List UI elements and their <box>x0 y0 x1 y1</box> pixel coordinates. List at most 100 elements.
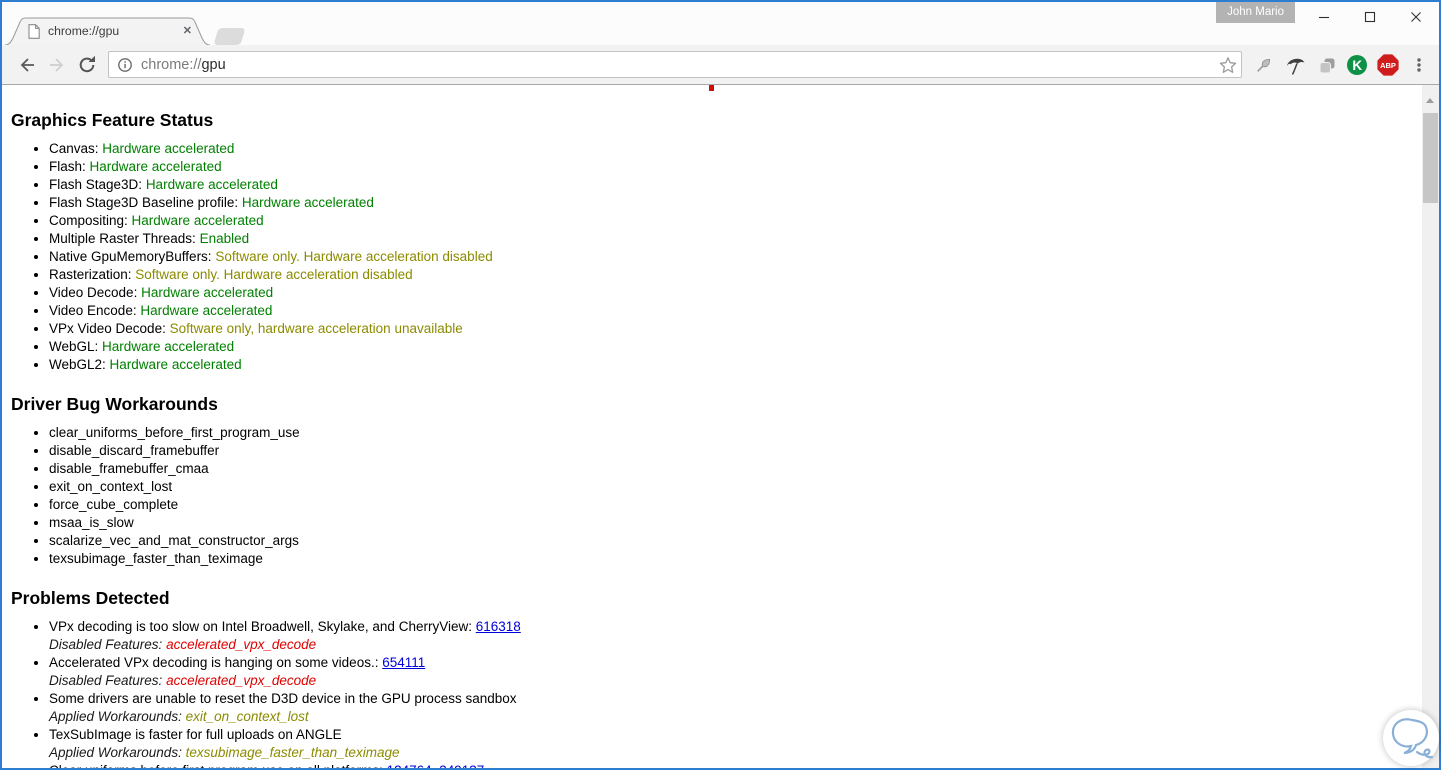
tab-close-icon[interactable]: ✕ <box>181 24 194 38</box>
gpu-page-content: Graphics Feature Status Canvas: Hardware… <box>2 85 1422 768</box>
tab-chrome-gpu[interactable]: chrome://gpu ✕ <box>28 22 194 40</box>
feature-label: Flash Stage3D Baseline profile: <box>49 195 242 210</box>
feature-status-item: Video Encode: Hardware accelerated <box>49 302 1422 320</box>
feature-label: Canvas: <box>49 141 103 156</box>
feature-status-value: Hardware accelerated <box>140 303 273 318</box>
reload-button[interactable] <box>72 50 102 80</box>
workaround-item: scalarize_vec_and_mat_constructor_args <box>49 532 1422 550</box>
feature-status-value: Hardware accelerated <box>131 213 264 228</box>
feature-label: Flash Stage3D: <box>49 177 146 192</box>
feature-status-value: Software only. Hardware acceleration dis… <box>135 267 413 282</box>
feature-label: WebGL2: <box>49 357 110 372</box>
maximize-icon <box>1364 11 1376 23</box>
address-bar[interactable]: chrome://gpu <box>108 51 1242 78</box>
forward-arrow-icon <box>50 57 64 72</box>
problem-sub-label: Disabled Features: <box>49 637 167 652</box>
red-marker <box>709 85 714 91</box>
close-window-button[interactable] <box>1393 2 1439 32</box>
vertical-dots-menu-icon <box>1416 57 1421 72</box>
feature-status-item: Native GpuMemoryBuffers: Software only. … <box>49 248 1422 266</box>
extension-k-antivirus-button[interactable]: K <box>1341 50 1372 80</box>
workaround-item: exit_on_context_lost <box>49 478 1422 496</box>
svg-text:K: K <box>1352 57 1362 72</box>
minimize-button[interactable] <box>1301 2 1347 32</box>
feature-status-item: Flash Stage3D: Hardware accelerated <box>49 176 1422 194</box>
feature-status-value: Software only. Hardware acceleration dis… <box>215 249 493 264</box>
problem-text: TexSubImage is faster for full uploads o… <box>49 727 342 742</box>
problem-text: VPx decoding is too slow on Intel Broadw… <box>49 619 476 634</box>
problem-item: Accelerated VPx decoding is hanging on s… <box>49 654 1422 690</box>
vertical-scrollbar[interactable] <box>1422 85 1439 768</box>
workaround-item: force_cube_complete <box>49 496 1422 514</box>
feature-status-item: Flash Stage3D Baseline profile: Hardware… <box>49 194 1422 212</box>
svg-text:ABP: ABP <box>1380 60 1396 69</box>
workaround-item: texsubimage_faster_than_teximage <box>49 550 1422 568</box>
forward-button[interactable] <box>42 50 72 80</box>
spade-extension-icon <box>1256 58 1270 72</box>
feature-status-value: Hardware accelerated <box>102 141 235 156</box>
feature-status-item: Video Decode: Hardware accelerated <box>49 284 1422 302</box>
bookmark-star-icon[interactable] <box>1219 56 1237 74</box>
section-title-graphics-feature-status: Graphics Feature Status <box>11 110 214 130</box>
extension-umbrella-button[interactable] <box>1279 50 1310 80</box>
bug-link[interactable]: 654111 <box>382 655 425 670</box>
problem-sub-label: Disabled Features: <box>49 673 167 688</box>
problem-sub-value: exit_on_context_lost <box>185 709 309 724</box>
back-button[interactable] <box>12 50 42 80</box>
feature-label: VPx Video Decode: <box>49 321 170 336</box>
browser-toolbar: chrome://gpu K ABP <box>2 45 1439 85</box>
new-tab-button[interactable] <box>213 28 246 45</box>
feature-status-value: Hardware accelerated <box>141 285 274 300</box>
bug-link[interactable]: 349137 <box>439 763 484 768</box>
workaround-item: clear_uniforms_before_first_program_use <box>49 424 1422 442</box>
problem-item: Clear uniforms before first program use … <box>49 762 1422 768</box>
extension-adblock-plus-button[interactable]: ABP <box>1372 50 1403 80</box>
feature-status-item: VPx Video Decode: Software only, hardwar… <box>49 320 1422 338</box>
problem-sub-value: accelerated_vpx_decode <box>166 673 317 688</box>
k-antivirus-extension-icon: K <box>1346 54 1367 75</box>
assistant-bubble-button[interactable] <box>1383 710 1439 766</box>
bug-link[interactable]: 616318 <box>476 619 521 634</box>
feature-status-item: Multiple Raster Threads: Enabled <box>49 230 1422 248</box>
feature-label: Compositing: <box>49 213 132 228</box>
section-title-driver-bug-workarounds: Driver Bug Workarounds <box>11 394 218 414</box>
page-info-icon[interactable] <box>117 57 133 73</box>
scroll-up-arrow-icon[interactable] <box>1426 98 1434 103</box>
title-bar: chrome://gpu ✕ John Mario <box>2 2 1439 45</box>
feature-status-value: Hardware accelerated <box>89 159 222 174</box>
problem-item: Some drivers are unable to reset the D3D… <box>49 690 1422 726</box>
feature-status-value: Hardware accelerated <box>145 177 278 192</box>
feature-status-value: Enabled <box>199 231 250 246</box>
scrollbar-thumb[interactable] <box>1423 113 1438 203</box>
chrome-window: { "window": { "profile_name": "John Mari… <box>0 0 1441 770</box>
stacked-squares-extension-icon <box>1319 58 1334 73</box>
workaround-list: clear_uniforms_before_first_program_used… <box>9 424 1422 568</box>
feature-status-item: Compositing: Hardware accelerated <box>49 212 1422 230</box>
section-title-problems-detected: Problems Detected <box>11 588 170 608</box>
maximize-button[interactable] <box>1347 2 1393 32</box>
url-scheme: chrome:// <box>141 56 202 73</box>
feature-label: Flash: <box>49 159 90 174</box>
problem-sub-label: Applied Workarounds: <box>49 709 186 724</box>
bug-link[interactable]: 124764 <box>387 763 432 768</box>
feature-status-item: Canvas: Hardware accelerated <box>49 140 1422 158</box>
problem-text: Clear uniforms before first program use … <box>49 763 387 768</box>
feature-status-item: Rasterization: Software only. Hardware a… <box>49 266 1422 284</box>
extension-spade-button[interactable] <box>1248 50 1279 80</box>
feature-label: WebGL: <box>49 339 103 354</box>
problem-list: VPx decoding is too slow on Intel Broadw… <box>9 618 1422 768</box>
problem-item: VPx decoding is too slow on Intel Broadw… <box>49 618 1422 654</box>
profile-name-button[interactable]: John Mario <box>1216 2 1295 23</box>
back-arrow-icon <box>20 57 34 72</box>
page-favicon-icon <box>28 23 40 39</box>
feature-status-item: WebGL2: Hardware accelerated <box>49 356 1422 374</box>
feature-status-value: Software only, hardware acceleration una… <box>169 321 463 336</box>
reload-icon <box>79 55 95 72</box>
chrome-menu-button[interactable] <box>1403 50 1434 80</box>
problem-text: Accelerated VPx decoding is hanging on s… <box>49 655 383 670</box>
extension-windows-button[interactable] <box>1310 50 1341 80</box>
feature-status-value: Hardware accelerated <box>109 357 242 372</box>
url-text: chrome://gpu <box>141 57 1219 73</box>
umbrella-extension-icon <box>1286 58 1304 75</box>
sketch-bubble-icon <box>1391 718 1434 759</box>
